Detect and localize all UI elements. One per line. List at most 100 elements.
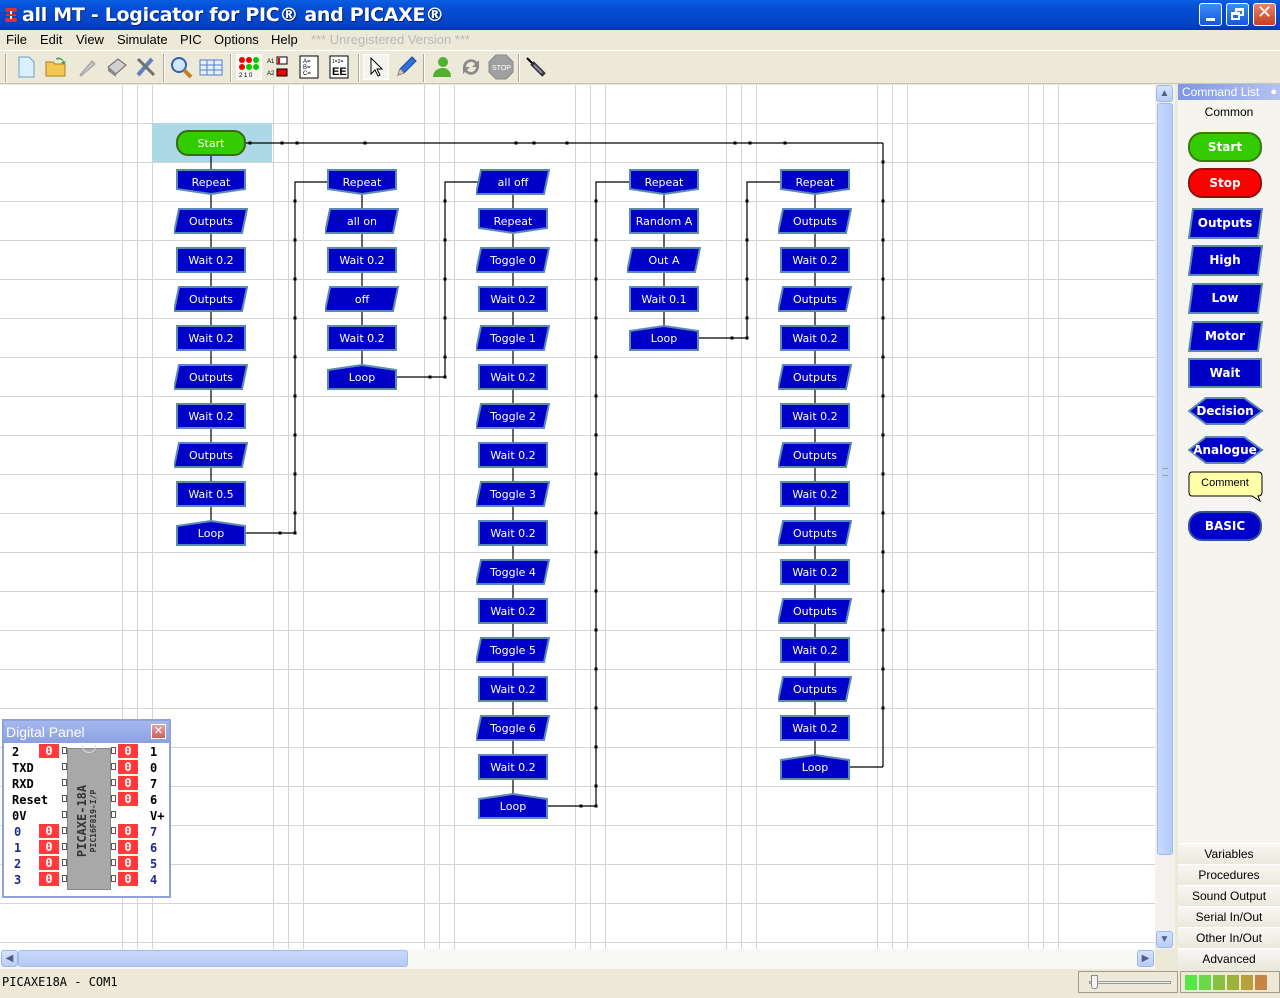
flow-block-output[interactable]: Toggle 1 [476,325,550,351]
command-stop[interactable]: Stop [1188,168,1262,198]
open-file-button[interactable] [43,54,69,80]
command-motor[interactable]: Motor [1188,321,1264,352]
flow-block-wait[interactable]: Wait 0.2 [478,520,548,546]
flow-block-repeat[interactable]: Repeat [780,169,850,195]
flow-block-wait[interactable]: Wait 0.1 [629,286,699,312]
pin-state-toggle[interactable]: 0 [118,776,138,790]
flow-block-output[interactable]: Outputs [778,208,852,234]
command-high[interactable]: High [1188,245,1264,276]
category-serial-in-out[interactable]: Serial In/Out [1178,906,1280,927]
flow-block-wait[interactable]: Wait 0.2 [176,403,246,429]
pin-state-toggle[interactable]: 0 [39,872,59,886]
scroll-down-button[interactable]: ▼ [1156,931,1173,948]
probe-button[interactable] [523,54,549,80]
flow-block-wait[interactable]: Wait 0.2 [478,676,548,702]
horizontal-scroll-thumb[interactable] [18,950,408,967]
flow-block-wait[interactable]: Wait 0.5 [176,481,246,507]
flow-block-loop[interactable]: Loop [629,325,699,351]
pin-state-toggle[interactable]: 0 [118,760,138,774]
vertical-scrollbar[interactable]: ▲ ▼ [1155,85,1175,949]
flow-block-output[interactable]: Outputs [174,286,248,312]
flow-block-output[interactable]: Outputs [778,676,852,702]
refresh-button[interactable] [458,54,484,80]
flow-block-loop[interactable]: Loop [327,364,397,390]
flow-block-output[interactable]: Outputs [174,442,248,468]
category-advanced[interactable]: Advanced [1178,948,1280,969]
new-file-button[interactable] [13,54,39,80]
scroll-right-button[interactable]: ▶ [1137,950,1154,967]
grid-button[interactable] [198,54,224,80]
pin-state-toggle[interactable]: 0 [39,824,59,838]
category-variables[interactable]: Variables [1178,843,1280,864]
flow-block-loop[interactable]: Loop [478,793,548,819]
flow-block-wait[interactable]: Wait 0.2 [478,442,548,468]
flow-block-repeat[interactable]: Repeat [176,169,246,195]
menu-options[interactable]: Options [214,32,259,47]
flow-block-wait[interactable]: Random A [629,208,699,234]
pin-state-toggle[interactable]: 0 [118,744,138,758]
flow-block-output[interactable]: Out A [627,247,701,273]
flow-block-repeat[interactable]: Repeat [327,169,397,195]
digital-panel-button[interactable]: 2 1 0 [236,54,262,80]
connect-button[interactable] [428,54,454,80]
horizontal-scrollbar[interactable]: ◀ ▶ [0,949,1155,969]
command-outputs[interactable]: Outputs [1188,208,1264,239]
flow-block-output[interactable]: Outputs [778,598,852,624]
command-start[interactable]: Start [1188,132,1262,162]
select-tool-button[interactable] [363,54,389,80]
pin-state-toggle[interactable]: 0 [118,840,138,854]
flow-block-wait[interactable]: Wait 0.2 [478,286,548,312]
category-common[interactable]: Common [1178,100,1280,124]
flow-block-wait[interactable]: Wait 0.2 [780,481,850,507]
flow-block-output[interactable]: all on [325,208,399,234]
start-block[interactable]: Start [176,130,246,156]
command-comment[interactable]: Comment [1188,470,1263,502]
flow-block-wait[interactable]: Wait 0.2 [478,364,548,390]
command-wait[interactable]: Wait [1188,358,1262,388]
menu-pic[interactable]: PIC [180,32,202,47]
flow-block-wait[interactable]: Wait 0.2 [780,637,850,663]
command-basic[interactable]: BASIC [1188,511,1262,541]
flow-block-output[interactable]: Toggle 3 [476,481,550,507]
flow-block-wait[interactable]: Wait 0.2 [780,715,850,741]
flow-block-output[interactable]: Outputs [778,286,852,312]
flow-block-loop[interactable]: Loop [176,520,246,546]
digital-panel-header[interactable]: Digital Panel ✕ [4,721,169,743]
flow-block-output[interactable]: Toggle 4 [476,559,550,585]
flow-block-wait[interactable]: Wait 0.2 [780,559,850,585]
flow-block-repeat[interactable]: Repeat [629,169,699,195]
flow-block-wait[interactable]: Wait 0.2 [176,247,246,273]
speed-slider[interactable] [1078,971,1178,993]
minimize-button[interactable] [1199,3,1222,26]
command-low[interactable]: Low [1188,283,1264,314]
flow-block-output[interactable]: Outputs [778,364,852,390]
flow-block-output[interactable]: off [325,286,399,312]
vertical-scroll-thumb[interactable] [1157,103,1173,855]
close-button[interactable]: ✕ [1253,2,1276,26]
analogue-panel-button[interactable]: A1 A2 [266,54,292,80]
flow-block-output[interactable]: Toggle 0 [476,247,550,273]
category-procedures[interactable]: Procedures [1178,864,1280,885]
pin-state-toggle[interactable]: 0 [39,840,59,854]
digital-panel-close-button[interactable]: ✕ [151,724,166,739]
flow-block-output[interactable]: Outputs [778,520,852,546]
flow-block-output[interactable]: Toggle 6 [476,715,550,741]
command-decision[interactable]: Decision [1188,396,1264,426]
flow-block-output[interactable]: Outputs [174,364,248,390]
print-button[interactable] [103,54,129,80]
flow-block-wait[interactable]: Wait 0.2 [478,754,548,780]
digital-panel[interactable]: Digital Panel ✕ PICAXE-18A PIC16F819-I/P 2… [2,719,171,898]
eeprom-button[interactable]: 1=2= EE [326,54,352,80]
pin-state-toggle[interactable]: 0 [118,856,138,870]
flow-block-wait[interactable]: Wait 0.2 [478,598,548,624]
menu-view[interactable]: View [76,32,104,47]
menu-simulate[interactable]: Simulate [117,32,168,47]
flow-block-wait[interactable]: Wait 0.2 [327,247,397,273]
command-analogue[interactable]: Analogue [1188,435,1264,465]
flowchart-canvas[interactable]: Start Repeat Outputs Wait 0.2 Outputs Wait 0.… [0,85,1155,949]
category-other-in-out[interactable]: Other In/Out [1178,927,1280,948]
category-sound-output[interactable]: Sound Output [1178,885,1280,906]
scroll-left-button[interactable]: ◀ [1,950,18,967]
pin-state-toggle[interactable]: 0 [39,856,59,870]
flow-block-output[interactable]: Toggle 2 [476,403,550,429]
